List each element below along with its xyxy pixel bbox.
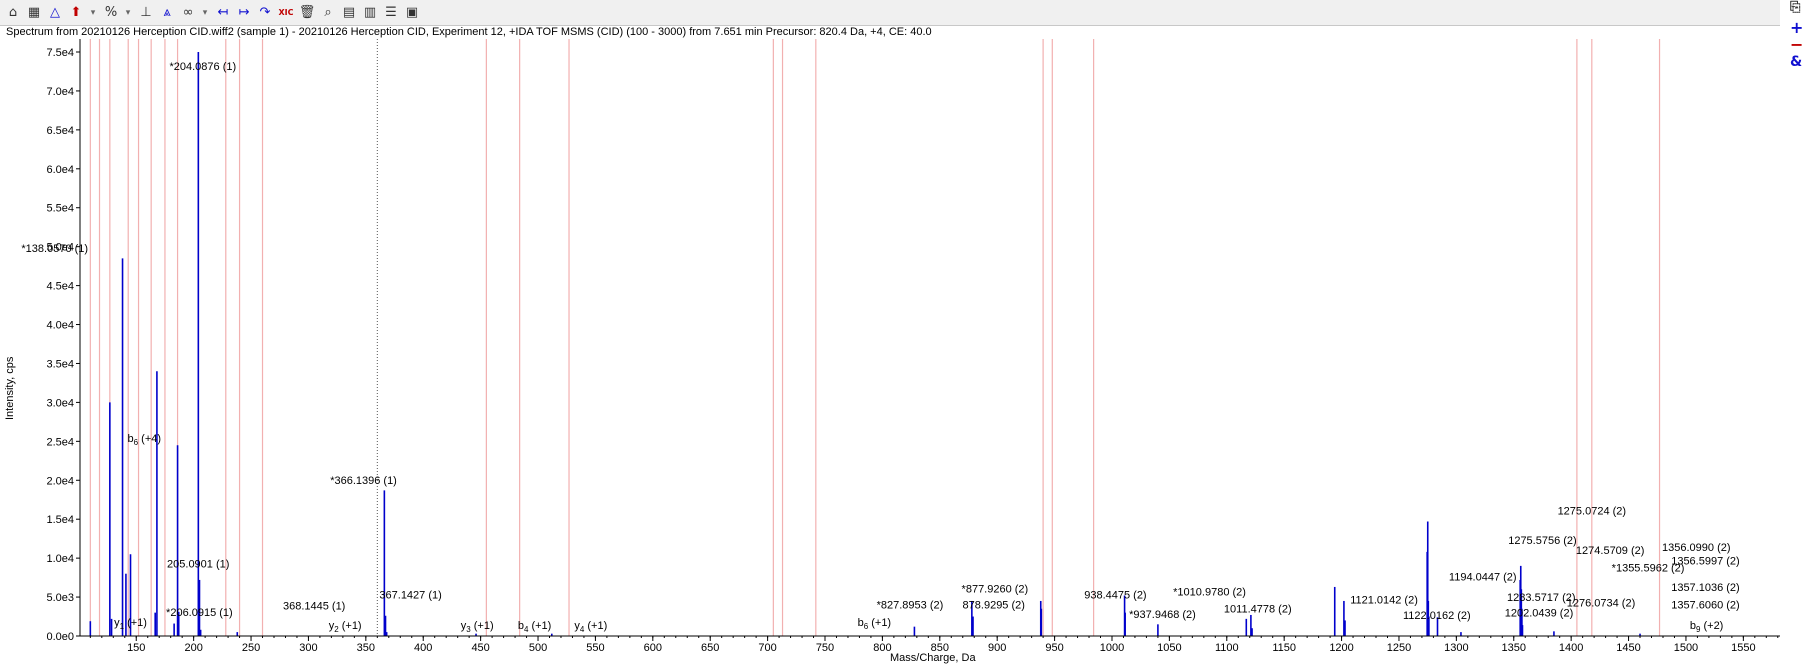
peak-annotation: *937.9468 (2) [1129, 609, 1196, 621]
peak-annotation: 1276.0734 (2) [1567, 597, 1636, 609]
x-tick-label: 450 [471, 642, 489, 654]
peak-annotation: 205.0901 (1) [167, 558, 229, 570]
x-tick-label: 650 [701, 642, 719, 654]
peak-annotation: 1357.6060 (2) [1671, 600, 1740, 612]
peak-annotation: 367.1427 (1) [379, 590, 441, 602]
zoom-out-button[interactable]: − [1790, 35, 1803, 54]
peak-annotation: *366.1396 (1) [330, 475, 397, 487]
x-tick-label: 750 [816, 642, 834, 654]
y-tick-label: 1.0e4 [46, 553, 74, 565]
x-tick-label: 150 [127, 642, 145, 654]
ion-label: y2 (+1) [329, 620, 362, 634]
ion-label: b9 (+2) [1690, 620, 1724, 634]
x-tick-label: 1500 [1674, 642, 1698, 654]
y-tick-label: 5.5e4 [46, 203, 74, 215]
y-tick-label: 6.5e4 [46, 125, 74, 137]
ion-label: y3 (+1) [461, 620, 494, 634]
peak-annotation: 1194.0447 (2) [1449, 572, 1517, 584]
peak-annotation: 1274.5709 (2) [1576, 545, 1645, 557]
x-tick-label: 1450 [1616, 642, 1640, 654]
peak-annotation: 368.1445 (1) [283, 601, 345, 613]
x-tick-label: 1050 [1157, 642, 1181, 654]
x-tick-label: 950 [1045, 642, 1063, 654]
y-tick-label: 5.0e3 [46, 592, 74, 604]
peak-annotation: 1275.0724 (2) [1558, 506, 1627, 518]
y-tick-label: 1.5e4 [46, 514, 74, 526]
x-tick-label: 600 [644, 642, 662, 654]
x-tick-label: 1200 [1329, 642, 1353, 654]
peak-annotation: 1283.5717 (2) [1507, 592, 1576, 604]
peak-annotation: 1122.0162 (2) [1403, 610, 1471, 622]
x-tick-label: 350 [357, 642, 375, 654]
x-tick-label: 400 [414, 642, 432, 654]
side-toolbar: ⎘ + − & [1780, 0, 1815, 662]
peak-annotation: *138.0570 (1) [21, 243, 88, 255]
x-tick-label: 700 [758, 642, 776, 654]
y-tick-label: 4.5e4 [46, 281, 74, 293]
y-tick-label: 6.0e4 [46, 164, 74, 176]
peak-annotation: *1010.9780 (2) [1173, 587, 1246, 599]
y-tick-label: 3.5e4 [46, 358, 74, 370]
overlay-button[interactable]: & [1790, 54, 1802, 70]
peak-annotation: *1355.5962 (2) [1612, 562, 1685, 574]
ion-label: y1 (+1) [114, 617, 147, 631]
peak-annotation: 1357.1036 (2) [1671, 582, 1740, 594]
window-icon[interactable]: ⎘ [1790, 0, 1800, 15]
peak-annotation: *206.0915 (1) [166, 607, 233, 619]
peak-annotation: 1275.5756 (2) [1508, 535, 1577, 547]
x-tick-label: 1250 [1387, 642, 1411, 654]
y-tick-label: 7.5e4 [46, 47, 74, 59]
x-tick-label: 1100 [1215, 642, 1239, 654]
peak-annotation: *827.8953 (2) [877, 600, 944, 612]
x-tick-label: 550 [586, 642, 604, 654]
x-tick-label: 1350 [1502, 642, 1526, 654]
ion-label: y4 (+1) [574, 620, 607, 634]
x-tick-label: 200 [184, 642, 202, 654]
y-tick-label: 2.0e4 [46, 475, 74, 487]
ion-label: b4 (+1) [518, 620, 552, 634]
x-tick-label: 800 [873, 642, 891, 654]
peak-annotation: 1356.0990 (2) [1662, 542, 1731, 554]
x-tick-label: 300 [299, 642, 317, 654]
x-tick-label: 250 [242, 642, 260, 654]
x-tick-label: 1150 [1272, 642, 1296, 654]
peak-annotation: 1011.4778 (2) [1224, 604, 1292, 616]
y-tick-label: 4.0e4 [46, 320, 74, 332]
x-tick-label: 1300 [1444, 642, 1468, 654]
peak-annotation: 938.4475 (2) [1084, 590, 1146, 602]
y-tick-label: 0.0e0 [46, 631, 74, 643]
ion-label: b6 (+1) [858, 617, 892, 631]
ion-label: b6 (+4) [128, 433, 162, 447]
x-tick-label: 900 [988, 642, 1006, 654]
x-tick-label: 1400 [1559, 642, 1583, 654]
y-tick-label: 7.0e4 [46, 86, 74, 98]
spectrum-plot[interactable]: 150 200 250 300 350 400 450 500 550 600 650 700 750 8… [0, 0, 1780, 662]
y-tick-label: 2.5e4 [46, 436, 74, 448]
peak-annotation: *204.0876 (1) [169, 61, 236, 73]
peak-annotation: 1202.0439 (2) [1505, 608, 1574, 620]
peak-annotation: 878.9295 (2) [963, 600, 1025, 612]
peak-annotation: *877.9260 (2) [962, 583, 1029, 595]
y-tick-label: 3.0e4 [46, 397, 74, 409]
x-tick-label: 1000 [1100, 642, 1124, 654]
x-tick-label: 500 [529, 642, 547, 654]
x-tick-label: 850 [931, 642, 949, 654]
peak-annotation: 1121.0142 (2) [1350, 594, 1418, 606]
x-tick-label: 1550 [1731, 642, 1755, 654]
